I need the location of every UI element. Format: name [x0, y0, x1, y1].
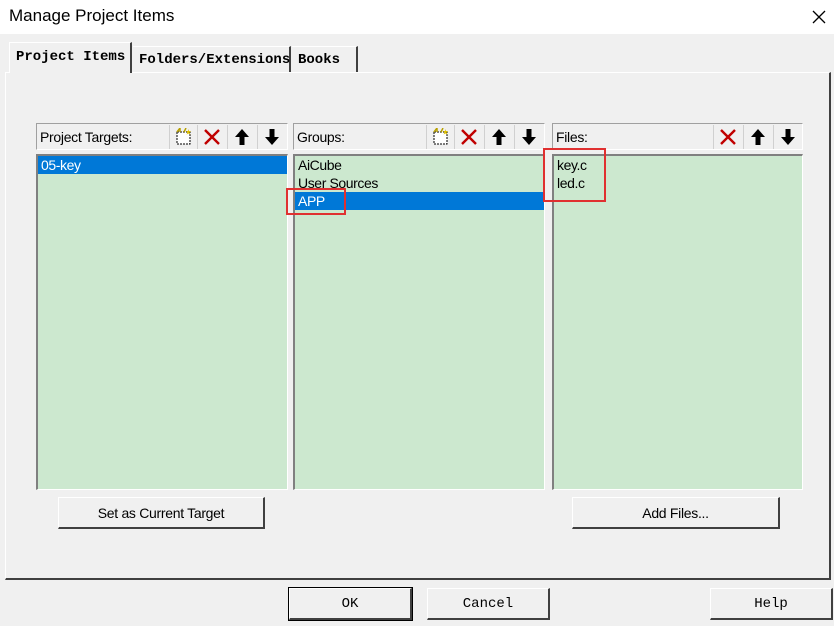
move-up-target-button[interactable]	[227, 125, 255, 149]
move-down-icon	[521, 128, 537, 146]
groups-label: Groups:	[297, 129, 345, 145]
move-down-icon	[264, 128, 280, 146]
list-item[interactable]: User Sources	[295, 174, 544, 192]
list-item[interactable]: led.c	[554, 174, 802, 192]
move-down-file-button[interactable]	[773, 125, 801, 149]
delete-target-button[interactable]	[197, 125, 225, 149]
tab-books[interactable]: Books	[292, 46, 358, 72]
set-current-target-button[interactable]: Set as Current Target	[58, 497, 265, 529]
move-up-group-button[interactable]	[484, 125, 512, 149]
delete-icon	[203, 128, 221, 146]
ok-button[interactable]: OK	[288, 587, 413, 621]
delete-group-button[interactable]	[454, 125, 482, 149]
close-icon[interactable]	[804, 2, 834, 32]
groups-header: Groups:	[293, 123, 545, 150]
list-item[interactable]: AiCube	[295, 156, 544, 174]
move-up-file-button[interactable]	[743, 125, 771, 149]
new-item-icon	[431, 128, 451, 146]
list-item[interactable]: key.c	[554, 156, 802, 174]
files-list[interactable]: key.c led.c	[552, 154, 803, 490]
groups-list[interactable]: AiCube User Sources APP	[293, 154, 545, 490]
delete-icon	[719, 128, 737, 146]
new-item-icon	[174, 128, 194, 146]
cancel-button[interactable]: Cancel	[427, 588, 550, 620]
files-label: Files:	[556, 129, 588, 145]
delete-icon	[460, 128, 478, 146]
tab-project-items[interactable]: Project Items	[9, 42, 132, 73]
tab-folders-extensions[interactable]: Folders/Extensions	[133, 46, 291, 72]
help-button[interactable]: Help	[710, 588, 833, 620]
new-group-button[interactable]	[426, 125, 454, 149]
new-target-button[interactable]	[169, 125, 197, 149]
files-header: Files:	[552, 123, 803, 150]
move-down-target-button[interactable]	[257, 125, 285, 149]
move-up-icon	[750, 128, 766, 146]
move-up-icon	[234, 128, 250, 146]
list-item[interactable]: 05-key	[38, 156, 287, 174]
targets-list[interactable]: 05-key	[36, 154, 288, 490]
move-down-group-button[interactable]	[514, 125, 542, 149]
move-up-icon	[491, 128, 507, 146]
delete-file-button[interactable]	[713, 125, 741, 149]
move-down-icon	[780, 128, 796, 146]
targets-header: Project Targets:	[36, 123, 288, 150]
window-title: Manage Project Items	[9, 6, 175, 25]
list-item[interactable]: APP	[295, 192, 544, 210]
add-files-button[interactable]: Add Files...	[572, 497, 780, 529]
targets-label: Project Targets:	[40, 129, 133, 145]
